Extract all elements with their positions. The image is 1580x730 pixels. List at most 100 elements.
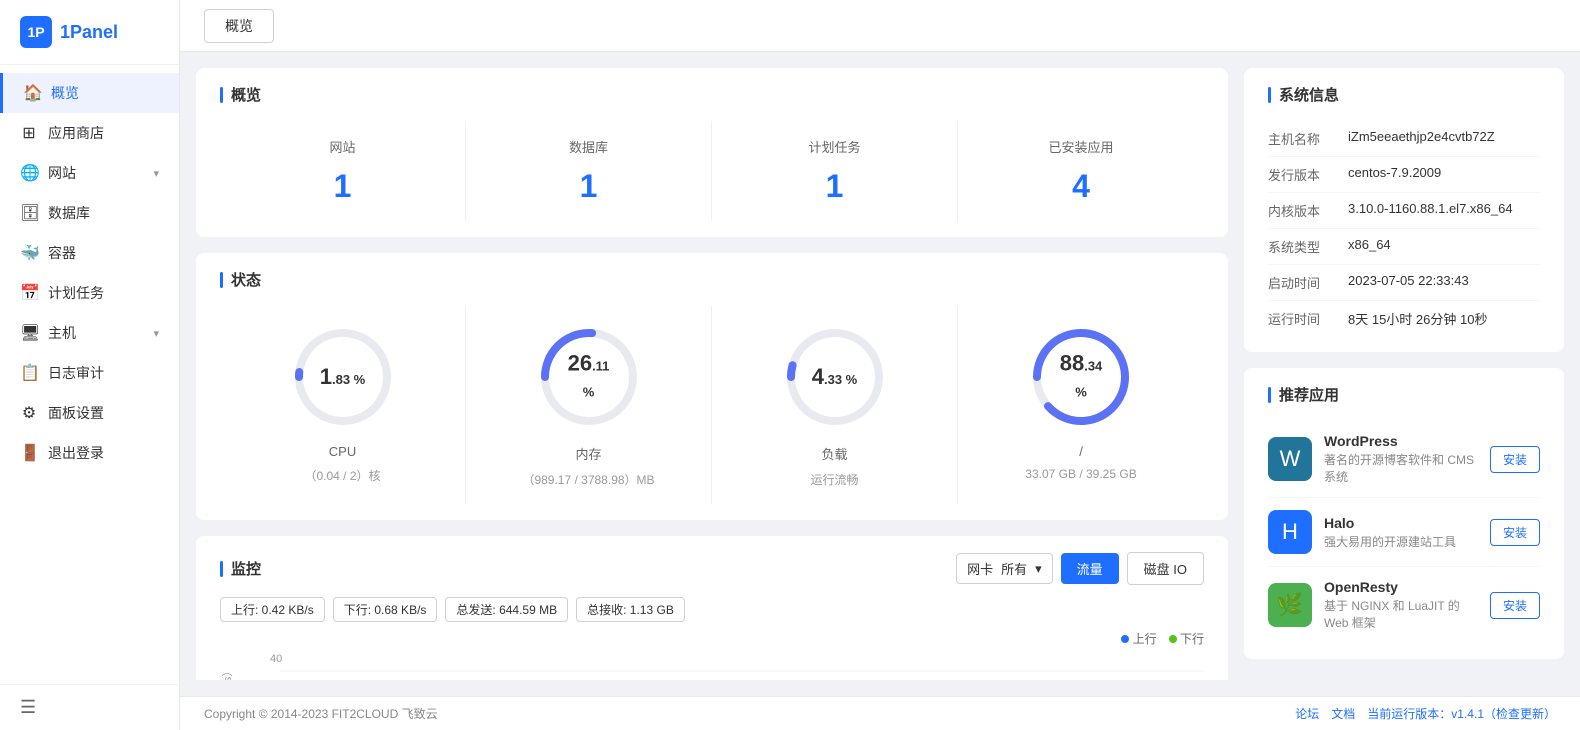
sidebar-label-settings: 面板设置 [48,403,104,423]
sidebar-item-database[interactable]: 🗄 数据库 [0,193,179,233]
gauge-circle-memory: 26.11 % [534,322,644,432]
nic-select-label: 网卡 [967,559,993,578]
gauge-value-cpu: 1.83 % [320,364,366,390]
sidebar-label-overview: 概览 [51,83,79,103]
recommended-apps-title: 推荐应用 [1268,384,1540,405]
gauges-row: 1.83 % CPU （0.04 / 2）核 26.11 % 内存 （989.1… [220,306,1204,504]
info-label: 启动时间 [1268,273,1348,292]
sidebar-item-logout[interactable]: 🚪 退出登录 [0,433,179,473]
info-label: 内核版本 [1268,201,1348,220]
sidebar-item-crontask[interactable]: 📅 计划任务 [0,273,179,313]
database-icon: 🗄 [20,203,38,223]
sidebar-label-crontask: 计划任务 [48,283,104,303]
sidebar-item-settings[interactable]: ⚙ 面板设置 [0,393,179,433]
sidebar-item-container[interactable]: 🐳 容器 [0,233,179,273]
overview-card: 概览 网站 1 数据库 1 计划任务 1 已安装应用 4 [196,68,1228,237]
install-btn-openresty[interactable]: 安装 [1490,592,1540,619]
info-label: 主机名称 [1268,129,1348,148]
nic-select-value: 所有 [1001,559,1027,578]
gauge-cpu: 1.83 % CPU （0.04 / 2）核 [220,306,466,504]
breadcrumb-tab: 概览 [204,9,274,43]
sidebar-item-overview[interactable]: 🏠 概览 [0,73,179,113]
website-icon: 🌐 [20,163,38,183]
app-list: W WordPress 著名的开源博客软件和 CMS 系统 安装 H Halo … [1268,421,1540,643]
install-btn-halo[interactable]: 安装 [1490,519,1540,546]
install-btn-wordpress[interactable]: 安装 [1490,446,1540,473]
monitor-badge: 总发送: 644.59 MB [445,597,568,622]
nic-select[interactable]: 网卡 所有 ▾ [956,553,1053,584]
info-label: 发行版本 [1268,165,1348,184]
footer-link[interactable]: 论坛 [1295,705,1319,722]
monitor-badge: 下行: 0.68 KB/s [333,597,438,622]
sidebar-item-host[interactable]: 🖥 主机 ▾ [0,313,179,353]
gauge-circle-cpu: 1.83 % [288,322,398,432]
main: 概览 概览 网站 1 数据库 1 计划任务 1 已安装应用 4 状态 [180,0,1580,730]
monitor-controls: 网卡 所有 ▾ 流量 磁盘 IO [956,552,1204,585]
app-name-openresty: OpenResty [1324,579,1478,595]
info-label: 运行时间 [1268,309,1348,328]
up-legend-dot [1121,635,1129,643]
sidebar-label-auditlog: 日志审计 [48,363,104,383]
nic-chevron-icon: ▾ [1035,561,1042,577]
status-card-title: 状态 [220,269,1204,290]
monitor-badge: 总接收: 1.13 GB [576,597,685,622]
logo-icon: 1P [20,16,52,48]
status-card: 状态 1.83 % CPU （0.04 / 2）核 26.11 % [196,253,1228,520]
traffic-btn[interactable]: 流量 [1061,553,1119,584]
main-body: 概览 网站 1 数据库 1 计划任务 1 已安装应用 4 状态 1.83 % [180,52,1580,696]
stat-item: 数据库 1 [466,121,712,221]
stat-value: 4 [974,168,1188,205]
app-name-halo: Halo [1324,515,1478,531]
footer-link[interactable]: 当前运行版本：v1.4.1（检查更新） [1367,705,1556,722]
sidebar-label-host: 主机 [48,323,76,343]
logout-icon: 🚪 [20,443,38,463]
stat-label: 计划任务 [728,137,941,156]
chevron-icon: ▾ [153,327,159,340]
gauge-value-disk: 88.34 % [1054,351,1109,404]
app-item-halo: H Halo 强大易用的开源建站工具 安装 [1268,498,1540,567]
app-info-openresty: OpenResty 基于 NGINX 和 LuaJIT 的 Web 框架 [1324,579,1478,631]
sidebar-item-website[interactable]: 🌐 网站 ▾ [0,153,179,193]
info-value: iZm5eeaethjp2e4cvtb72Z [1348,129,1540,148]
legend-up: 上行 [1133,632,1157,646]
disk-io-btn[interactable]: 磁盘 IO [1127,552,1204,585]
sidebar-label-container: 容器 [48,243,76,263]
host-icon: 🖥 [20,323,38,343]
down-legend-dot [1169,635,1177,643]
system-info-rows: 主机名称 iZm5eeaethjp2e4cvtb72Z 发行版本 centos-… [1268,121,1540,336]
sidebar-label-logout: 退出登录 [48,443,104,463]
gauge-name-disk: / [1079,444,1083,459]
stat-label: 已安装应用 [974,137,1188,156]
sidebar-item-appstore[interactable]: ⊞ 应用商店 [0,113,179,153]
gauge-value-load: 4.33 % [812,364,858,390]
gauge-memory: 26.11 % 内存 （989.17 / 3788.98）MB [466,306,712,504]
sidebar-label-website: 网站 [48,163,76,183]
gauge-name-cpu: CPU [329,444,356,459]
footer-link[interactable]: 文档 [1331,705,1355,722]
app-item-wordpress: W WordPress 著名的开源博客软件和 CMS 系统 安装 [1268,421,1540,498]
gauge-name-memory: 内存 [575,444,601,463]
stat-item: 网站 1 [220,121,466,221]
stats-row: 网站 1 数据库 1 计划任务 1 已安装应用 4 [220,121,1204,221]
system-info-title: 系统信息 [1268,84,1540,105]
monitor-legend: 上行 下行 [1121,630,1204,647]
stat-value: 1 [728,168,941,205]
footer-links: 论坛文档当前运行版本：v1.4.1（检查更新） [1295,705,1556,722]
chart-svg [280,651,1204,680]
info-label: 系统类型 [1268,237,1348,256]
overview-card-title: 概览 [220,84,1204,105]
sidebar-label-database: 数据库 [48,203,90,223]
monitor-stats: 上行: 0.42 KB/s下行: 0.68 KB/s总发送: 644.59 MB… [220,597,1204,622]
sidebar-item-auditlog[interactable]: 📋 日志审计 [0,353,179,393]
settings-icon: ⚙ [20,403,38,423]
gauge-circle-load: 4.33 % [780,322,890,432]
gauge-detail-memory: （989.17 / 3788.98）MB [522,471,654,488]
info-value: 8天 15小时 26分钟 10秒 [1348,309,1540,328]
right-panel: 系统信息 主机名称 iZm5eeaethjp2e4cvtb72Z 发行版本 ce… [1244,68,1564,680]
collapse-icon[interactable]: ☰ [20,697,36,717]
sidebar-label-appstore: 应用商店 [48,123,104,143]
logo-text: 1Panel [60,22,118,43]
crontask-icon: 📅 [20,283,38,303]
gauge-detail-load: 运行流畅 [810,471,858,488]
content-area: 概览 网站 1 数据库 1 计划任务 1 已安装应用 4 状态 1.83 % [196,68,1228,680]
